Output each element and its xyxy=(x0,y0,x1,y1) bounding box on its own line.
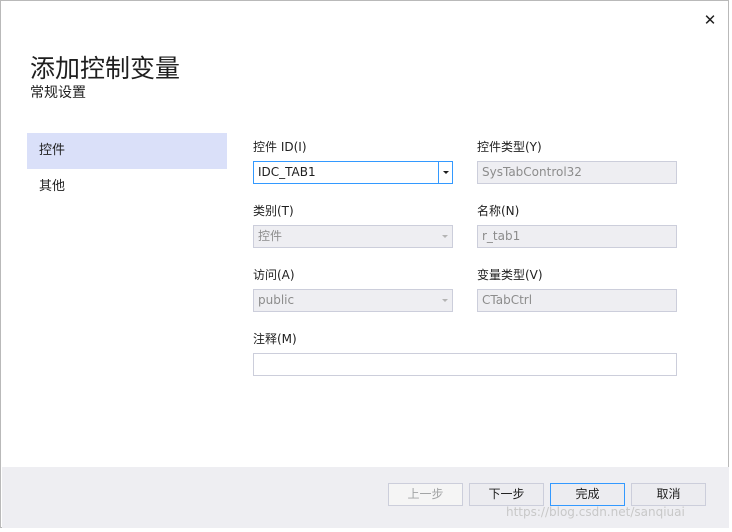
chevron-down-icon xyxy=(438,226,452,247)
next-button[interactable]: 下一步 xyxy=(469,483,544,506)
control-id-label: 控件 ID(I) xyxy=(253,140,307,154)
access-combobox: public xyxy=(253,289,453,312)
access-value: public xyxy=(258,293,295,307)
name-field: r_tab1 xyxy=(477,225,677,248)
comment-input[interactable] xyxy=(253,353,677,376)
finish-button[interactable]: 完成 xyxy=(550,483,625,506)
control-type-value: SysTabControl32 xyxy=(482,165,582,179)
name-label: 名称(N) xyxy=(477,204,520,218)
nav-item-other[interactable]: 其他 xyxy=(27,169,227,205)
close-icon[interactable]: ✕ xyxy=(700,11,720,31)
category-combobox: 控件 xyxy=(253,225,453,248)
dialog-subtitle: 常规设置 xyxy=(30,85,86,101)
var-type-field: CTabCtrl xyxy=(477,289,677,312)
control-type-field: SysTabControl32 xyxy=(477,161,677,184)
var-type-label: 变量类型(V) xyxy=(477,268,543,282)
name-value: r_tab1 xyxy=(482,229,521,243)
cancel-button[interactable]: 取消 xyxy=(631,483,706,506)
watermark-text: https://blog.csdn.net/sanqiuai xyxy=(506,505,685,519)
chevron-down-icon[interactable] xyxy=(438,162,452,183)
add-control-variable-dialog: ✕ 添加控制变量 常规设置 控件 其他 控件 ID(I) IDC_TAB1 控件… xyxy=(0,0,729,528)
access-label: 访问(A) xyxy=(253,268,295,282)
comment-label: 注释(M) xyxy=(253,332,297,346)
control-id-value: IDC_TAB1 xyxy=(258,165,316,179)
control-id-combobox[interactable]: IDC_TAB1 xyxy=(253,161,453,184)
nav-item-control[interactable]: 控件 xyxy=(27,133,227,169)
category-value: 控件 xyxy=(258,229,283,243)
dialog-title: 添加控制变量 xyxy=(30,54,181,83)
chevron-down-icon xyxy=(438,290,452,311)
prev-button[interactable]: 上一步 xyxy=(388,483,463,506)
control-type-label: 控件类型(Y) xyxy=(477,140,542,154)
var-type-value: CTabCtrl xyxy=(482,293,533,307)
category-label: 类别(T) xyxy=(253,204,294,218)
